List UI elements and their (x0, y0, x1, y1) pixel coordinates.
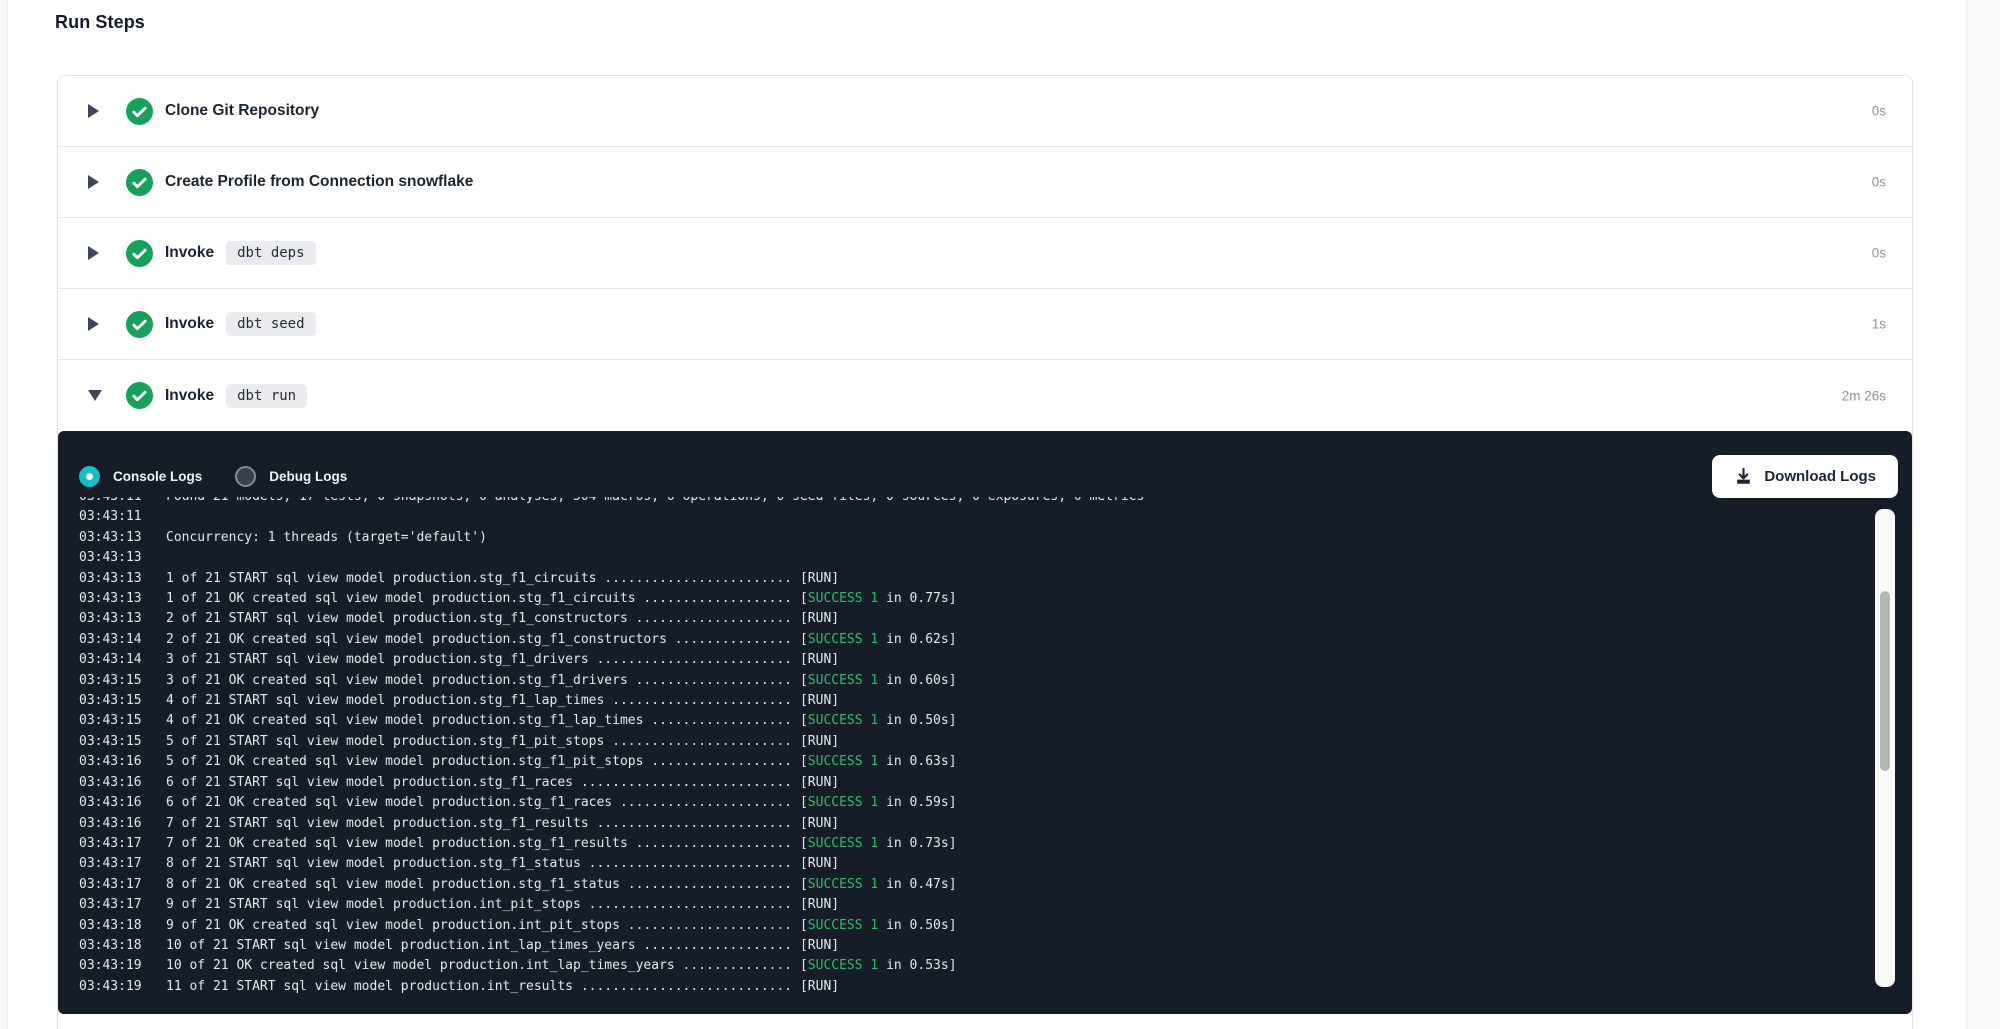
log-line: 03:43:178 of 21 OK created sql view mode… (79, 875, 1856, 895)
step-label: Invoke (165, 387, 214, 405)
log-panel-header: Console Logs Debug Logs Download Logs (79, 454, 1898, 498)
step-command-badge: dbt deps (226, 241, 315, 265)
radio-unselected-icon[interactable] (235, 466, 256, 487)
download-icon (1734, 467, 1753, 486)
log-type-radio-group: Console Logs Debug Logs (79, 466, 380, 487)
radio-console-logs[interactable]: Console Logs (79, 466, 202, 487)
log-line: 03:43:1810 of 21 START sql view model pr… (79, 936, 1856, 956)
step-label: Invoke (165, 315, 214, 333)
radio-label: Debug Logs (269, 469, 347, 484)
success-check-icon (126, 98, 153, 125)
step-label: Clone Git Repository (165, 102, 319, 120)
step-command-badge: dbt run (226, 384, 307, 408)
caret-right-icon[interactable] (88, 317, 100, 331)
caret-right-icon[interactable] (88, 246, 100, 260)
log-line: 03:43:154 of 21 START sql view model pro… (79, 691, 1856, 711)
log-line: 03:43:155 of 21 START sql view model pro… (79, 732, 1856, 752)
log-line: 03:43:189 of 21 OK created sql view mode… (79, 916, 1856, 936)
log-line: 03:43:177 of 21 OK created sql view mode… (79, 834, 1856, 854)
success-check-icon (126, 311, 153, 338)
step-duration: 1s (1872, 317, 1886, 332)
log-line: 03:43:131 of 21 START sql view model pro… (79, 569, 1856, 589)
log-line: 03:43:167 of 21 START sql view model pro… (79, 814, 1856, 834)
right-gutter (1966, 0, 2000, 1029)
card-footer-space (58, 1014, 1912, 1029)
step-duration: 2m 26s (1842, 388, 1886, 403)
log-line: 03:43:153 of 21 OK created sql view mode… (79, 671, 1856, 691)
radio-label: Console Logs (113, 469, 202, 484)
log-line: 03:43:179 of 21 START sql view model pro… (79, 895, 1856, 915)
caret-down-icon[interactable] (88, 390, 100, 401)
steps-list: Clone Git Repository0sCreate Profile fro… (58, 76, 1912, 431)
run-steps-card: Clone Git Repository0sCreate Profile fro… (57, 75, 1913, 1029)
log-line: 03:43:143 of 21 START sql view model pro… (79, 650, 1856, 670)
success-check-icon (126, 169, 153, 196)
radio-selected-icon[interactable] (79, 466, 100, 487)
success-check-icon (126, 240, 153, 267)
step-row[interactable]: Invoke dbt run 2m 26s (58, 360, 1912, 431)
success-check-icon (126, 382, 153, 409)
log-line: 03:43:131 of 21 OK created sql view mode… (79, 589, 1856, 609)
log-line: 03:43:1911 of 21 START sql view model pr… (79, 977, 1856, 997)
run-steps-page: Run Steps Clone Git Repository0sCreate P… (0, 0, 2000, 1029)
download-logs-label: Download Logs (1764, 468, 1876, 485)
log-line: 03:43:1910 of 21 OK created sql view mod… (79, 956, 1856, 976)
step-duration: 0s (1872, 246, 1886, 261)
log-line: 03:43:13 (79, 548, 1856, 568)
console-log-output[interactable]: 03:43:11Found 21 models, 17 tests, 0 sna… (79, 497, 1856, 1009)
log-line: 03:43:178 of 21 START sql view model pro… (79, 854, 1856, 874)
download-logs-button[interactable]: Download Logs (1712, 455, 1898, 498)
page-title: Run Steps (55, 12, 145, 33)
step-duration: 0s (1872, 175, 1886, 190)
log-line: 03:43:11 (79, 507, 1856, 527)
caret-right-icon[interactable] (88, 104, 100, 118)
radio-debug-logs[interactable]: Debug Logs (235, 466, 347, 487)
log-line: 03:43:154 of 21 OK created sql view mode… (79, 711, 1856, 731)
left-gutter (0, 0, 8, 1029)
step-row[interactable]: Clone Git Repository 0s (58, 76, 1912, 147)
log-panel: Console Logs Debug Logs Download Logs 03:… (58, 431, 1912, 1014)
step-row[interactable]: Invoke dbt deps 0s (58, 218, 1912, 289)
log-line: 03:43:165 of 21 OK created sql view mode… (79, 752, 1856, 772)
log-scrollbar-track[interactable] (1875, 509, 1895, 987)
log-line: 03:43:166 of 21 OK created sql view mode… (79, 793, 1856, 813)
log-scrollbar-thumb[interactable] (1880, 591, 1890, 771)
log-line: 03:43:132 of 21 START sql view model pro… (79, 609, 1856, 629)
log-line: 03:43:13Concurrency: 1 threads (target='… (79, 528, 1856, 548)
log-line: 03:43:142 of 21 OK created sql view mode… (79, 630, 1856, 650)
step-label: Create Profile from Connection snowflake (165, 173, 473, 191)
step-duration: 0s (1872, 104, 1886, 119)
step-row[interactable]: Invoke dbt seed 1s (58, 289, 1912, 360)
step-command-badge: dbt seed (226, 312, 315, 336)
log-line: 03:43:166 of 21 START sql view model pro… (79, 773, 1856, 793)
step-row[interactable]: Create Profile from Connection snowflake… (58, 147, 1912, 218)
log-line: 03:43:11Found 21 models, 17 tests, 0 sna… (79, 497, 1856, 507)
caret-right-icon[interactable] (88, 175, 100, 189)
step-label: Invoke (165, 244, 214, 262)
